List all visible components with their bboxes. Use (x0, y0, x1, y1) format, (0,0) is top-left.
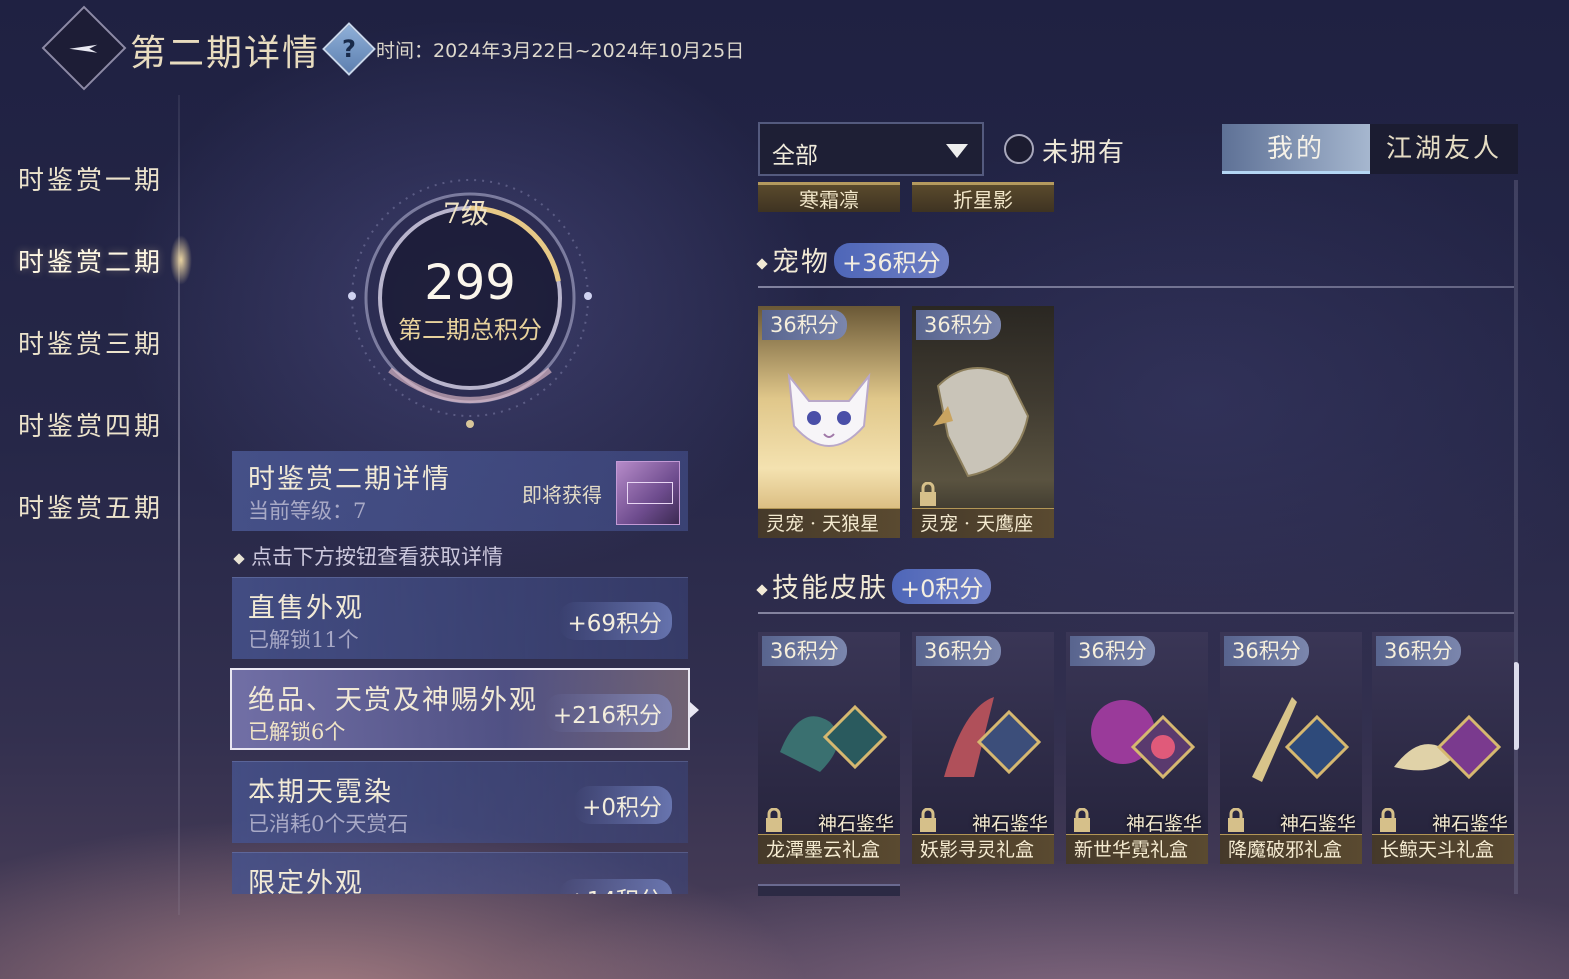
points-badge: 36积分 (916, 310, 1001, 340)
total-score-label: 第二期总积分 (398, 316, 542, 344)
period-detail-card[interactable]: 时鉴赏二期详情 当前等级：7 即将获得 (232, 451, 688, 531)
points-badge: 36积分 (1070, 636, 1155, 666)
current-level-text: 当前等级：7 (248, 499, 367, 523)
category-title: 绝品、天赏及神赐外观 (248, 685, 538, 716)
item-name-cut[interactable]: 折星影 (912, 182, 1054, 212)
help-icon[interactable]: ? (322, 22, 376, 76)
back-button[interactable] (41, 5, 127, 91)
points-badge: 36积分 (1376, 636, 1461, 666)
unowned-radio[interactable] (1004, 134, 1034, 164)
category-title: 直售外观 (248, 593, 364, 624)
demon-subduing-skin-icon (1252, 697, 1350, 782)
nav-item-period-5[interactable]: 时鉴赏五期 (18, 488, 163, 525)
category-title: 限定外观 (248, 868, 364, 894)
item-subtitle: 神石鉴华 (1431, 813, 1508, 835)
nav-divider (178, 95, 180, 915)
nav-active-indicator (170, 235, 192, 285)
scrollbar-track[interactable] (1514, 180, 1518, 894)
category-sub: 已消耗0个天赏石 (248, 812, 409, 836)
hint-text: 点击下方按钮查看获取详情 (233, 541, 503, 571)
skill-skin-card[interactable]: 36积分 神石鉴华 降魔破邪礼盒 (1220, 632, 1362, 864)
total-score: 299 (424, 255, 516, 311)
points-badge: 36积分 (916, 636, 1001, 666)
item-subtitle: 神石鉴华 (971, 813, 1048, 835)
section-points: +36积分 (834, 243, 949, 278)
upcoming-reward-thumbnail[interactable] (616, 461, 680, 525)
section-pets-header: 宠物 +36积分 (756, 240, 949, 279)
bullet-icon (756, 583, 768, 596)
lock-icon (920, 482, 936, 506)
item-name: 灵宠 · 天鹰座 (912, 508, 1054, 538)
item-name: 龙潭墨云礼盒 (758, 834, 900, 864)
category-points: +216积分 (544, 694, 672, 732)
upcoming-reward-label: 即将获得 (522, 483, 602, 507)
category-limited[interactable]: 限定外观 +14积分 (232, 852, 688, 894)
bullet-icon (756, 257, 768, 270)
item-subtitle: 神石鉴华 (817, 813, 894, 835)
back-arrow-icon (69, 44, 98, 53)
tab-mine[interactable]: 我的 (1222, 124, 1370, 174)
item-name: 新世华霓礼盒 (1066, 834, 1208, 864)
lock-icon (1074, 808, 1090, 832)
eagle-pet-icon (933, 367, 1030, 478)
chevron-down-icon (946, 144, 968, 158)
lock-icon (920, 808, 936, 832)
nav-item-period-2[interactable]: 时鉴赏二期 (18, 242, 163, 279)
selected-arrow-icon (690, 702, 699, 718)
next-row-card-cut[interactable] (758, 884, 900, 896)
lock-icon (1228, 808, 1244, 832)
category-premium-selected[interactable]: 绝品、天赏及神赐外观 已解锁6个 +216积分 (230, 668, 690, 750)
category-sub: 已解锁11个 (248, 628, 359, 652)
item-name: 降魔破邪礼盒 (1220, 834, 1362, 864)
skill-skin-card[interactable]: 36积分 神石鉴华 长鲸天斗礼盒 (1372, 632, 1514, 864)
skill-skin-card[interactable]: 36积分 神石鉴华 新世华霓礼盒 (1066, 632, 1208, 864)
category-sub: 已解锁6个 (248, 720, 346, 744)
section-points: +0积分 (892, 569, 992, 604)
whale-skin-icon (1394, 714, 1502, 780)
points-badge: 36积分 (1224, 636, 1309, 666)
filter-dropdown[interactable]: 全部 (758, 122, 984, 176)
dragon-skin-icon (780, 704, 888, 772)
section-title: 技能皮肤 (772, 573, 888, 604)
skill-skin-card[interactable]: 36积分 神石鉴华 妖影寻灵礼盒 (912, 632, 1054, 864)
filter-selected-value: 全部 (772, 143, 818, 169)
section-divider (758, 612, 1514, 614)
section-divider (758, 286, 1514, 288)
section-title: 宠物 (772, 247, 830, 278)
section-skills-header: 技能皮肤 +0积分 (756, 566, 992, 605)
lock-icon (766, 808, 782, 832)
bullet-icon (233, 552, 245, 565)
item-name: 妖影寻灵礼盒 (912, 834, 1054, 864)
level-label: 7级 (443, 197, 489, 230)
category-points: +0积分 (574, 786, 672, 824)
skill-skin-card[interactable]: 36积分 神石鉴华 龙潭墨云礼盒 (758, 632, 900, 864)
category-title: 本期天霓染 (248, 777, 393, 808)
item-subtitle: 神石鉴华 (1125, 813, 1202, 835)
item-subtitle: 神石鉴华 (1279, 813, 1356, 835)
points-badge: 36积分 (762, 310, 847, 340)
white-wolf-pet-icon (787, 372, 871, 447)
period-detail-title: 时鉴赏二期详情 (248, 464, 451, 495)
pet-card[interactable]: 36积分 灵宠 · 天狼星 (758, 306, 900, 538)
category-points: +69积分 (559, 602, 672, 640)
tab-friends[interactable]: 江湖友人 (1370, 124, 1518, 174)
category-direct-sale[interactable]: 直售外观 已解锁11个 +69积分 (232, 577, 688, 659)
nav-item-period-4[interactable]: 时鉴赏四期 (18, 406, 163, 443)
unowned-label[interactable]: 未拥有 (1042, 132, 1126, 169)
cat-spirit-skin-icon (1091, 700, 1196, 780)
nav-item-period-1[interactable]: 时鉴赏一期 (18, 160, 163, 197)
item-name: 长鲸天斗礼盒 (1372, 834, 1514, 864)
date-range: 时间：2024年3月22日~2024年10月25日 (376, 40, 745, 62)
item-name: 灵宠 · 天狼星 (758, 508, 900, 538)
fox-spirit-skin-icon (944, 697, 1042, 777)
page-title: 第二期详情 (130, 33, 321, 74)
category-points: +14积分 (559, 879, 672, 894)
nav-item-period-3[interactable]: 时鉴赏三期 (18, 324, 163, 361)
item-name-cut[interactable]: 寒霜凛 (758, 182, 900, 212)
category-dye[interactable]: 本期天霓染 已消耗0个天赏石 +0积分 (232, 761, 688, 843)
points-badge: 36积分 (762, 636, 847, 666)
lock-icon (1380, 808, 1396, 832)
pet-card[interactable]: 36积分 灵宠 · 天鹰座 (912, 306, 1054, 538)
